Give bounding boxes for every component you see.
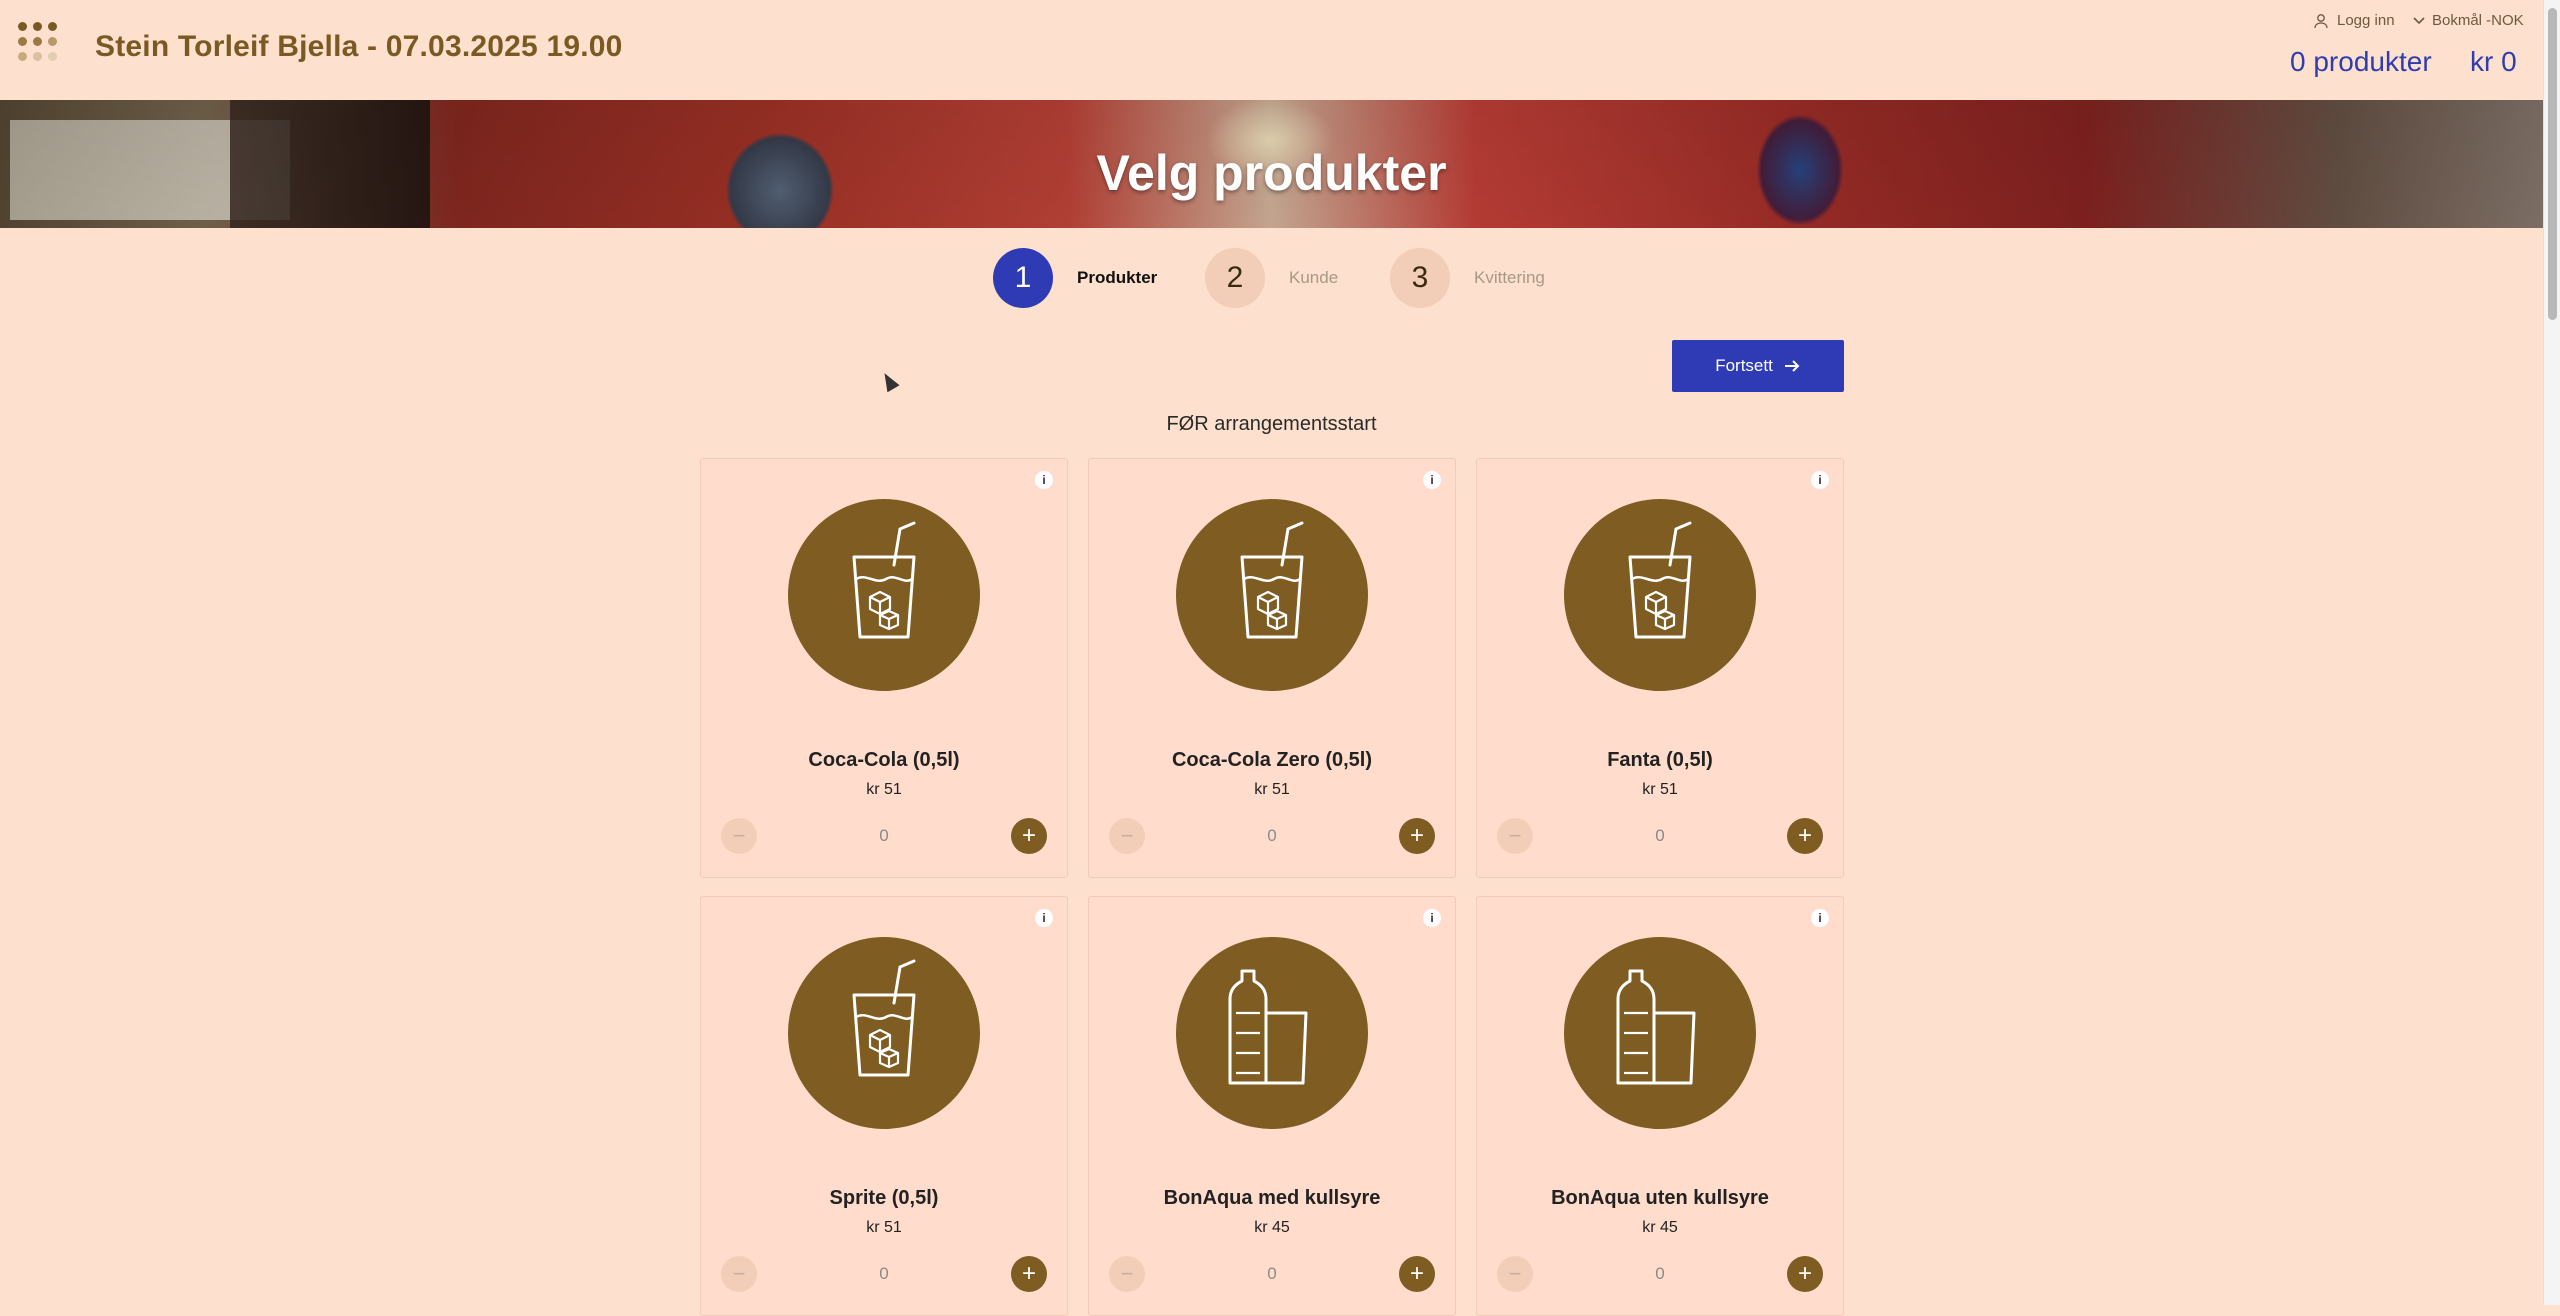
chevron-down-icon [2413,16,2425,24]
step-number: 2 [1205,248,1265,308]
step-customer: 2 Kunde [1205,248,1338,308]
product-card: i Sprite (0,5l) kr 51 − 0 + [700,896,1068,1316]
login-label: Logg inn [2337,12,2395,29]
language-selector[interactable]: Bokmål -NOK [2412,12,2524,29]
increase-button[interactable]: + [1787,818,1823,854]
product-price: kr 45 [1642,1219,1678,1236]
user-icon [2314,13,2328,28]
page-scrollbar[interactable] [2543,0,2560,1305]
glass-icon [788,937,980,1129]
product-price: kr 51 [1642,781,1678,798]
info-icon[interactable]: i [1035,471,1053,489]
arrow-right-icon [1784,360,1800,372]
product-card: i BonAqua med kullsyre kr 45 − 0 + [1088,896,1456,1316]
product-price: kr 51 [1254,781,1290,798]
increase-button[interactable]: + [1399,1256,1435,1292]
apps-menu-icon[interactable] [18,22,64,68]
scrollbar-thumb[interactable] [2548,8,2557,320]
step-label: Produkter [1077,268,1158,287]
increase-button[interactable]: + [1787,1256,1823,1292]
product-card: i Coca-Cola (0,5l) kr 51 − 0 + [700,458,1068,878]
mouse-cursor [878,369,900,393]
increase-button[interactable]: + [1011,818,1047,854]
info-icon[interactable]: i [1423,471,1441,489]
product-price: kr 51 [866,1219,902,1236]
step-number: 3 [1390,248,1450,308]
product-price: kr 45 [1254,1219,1290,1236]
step-label: Kvittering [1474,268,1545,287]
hero-banner: Velg produkter [0,100,2543,228]
event-title: Stein Torleif Bjella - 07.03.2025 19.00 [95,30,623,63]
step-receipt: 3 Kvittering [1390,248,1545,308]
info-icon[interactable]: i [1035,909,1053,927]
product-price: kr 51 [866,781,902,798]
product-name: Fanta (0,5l) [1607,749,1713,771]
page-title: Velg produkter [1096,145,1447,201]
step-label: Kunde [1289,268,1339,287]
glass-icon [1176,499,1368,691]
product-name: BonAqua med kullsyre [1163,1187,1381,1209]
product-card: i Coca-Cola Zero (0,5l) kr 51 − 0 + [1088,458,1456,878]
product-name: Sprite (0,5l) [829,1187,939,1209]
section-title: FØR arrangementsstart [1166,413,1377,435]
continue-label: Fortsett [1715,356,1773,375]
language-label: Bokmål -NOK [2432,12,2524,29]
continue-button[interactable]: Fortsett [1672,340,1844,392]
cart-total[interactable]: kr 0 [2470,46,2517,78]
info-icon[interactable]: i [1423,909,1441,927]
increase-button[interactable]: + [1399,818,1435,854]
step-number: 1 [993,248,1053,308]
cart-product-count[interactable]: 0 produkter [2290,46,2432,78]
product-name: Coca-Cola (0,5l) [808,749,960,771]
product-name: Coca-Cola Zero (0,5l) [1171,749,1373,771]
login-link[interactable]: Logg inn [2313,12,2395,29]
info-icon[interactable]: i [1811,471,1829,489]
product-name: BonAqua uten kullsyre [1551,1187,1769,1209]
product-card: i BonAqua uten kullsyre kr 45 − 0 + [1476,896,1844,1316]
bottle-icon [1564,937,1756,1129]
glass-icon [788,499,980,691]
glass-icon [1564,499,1756,691]
increase-button[interactable]: + [1011,1256,1047,1292]
product-card: i Fanta (0,5l) kr 51 − 0 + [1476,458,1844,878]
info-icon[interactable]: i [1811,909,1829,927]
bottle-icon [1176,937,1368,1129]
top-header: Stein Torleif Bjella - 07.03.2025 19.00 … [0,0,2543,100]
step-products: 1 Produkter [993,248,1157,308]
